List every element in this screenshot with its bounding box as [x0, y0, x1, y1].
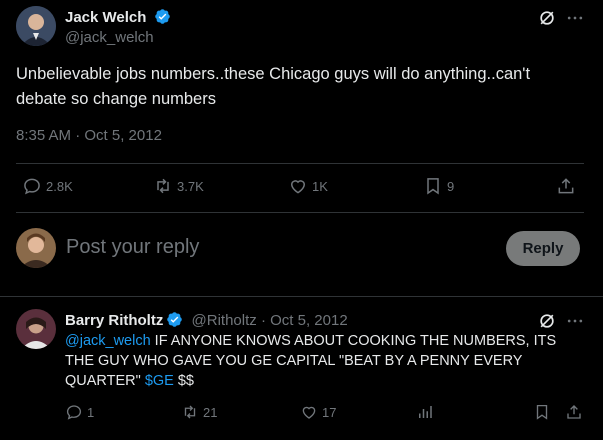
retweet-action[interactable]: 3.7K — [153, 176, 204, 196]
bookmark-icon — [536, 404, 548, 420]
bookmark-icon — [427, 178, 439, 195]
like-count: 1K — [312, 178, 328, 194]
like-action[interactable]: 17 — [300, 403, 336, 421]
retweet-count: 21 — [203, 404, 218, 420]
grok-icon[interactable] — [537, 311, 557, 331]
like-count: 17 — [322, 404, 337, 420]
heart-icon — [290, 180, 306, 194]
heart-icon — [302, 406, 316, 419]
reply-action[interactable]: 2.8K — [22, 176, 73, 196]
tweet-text: Unbelievable jobs numbers..these Chicago… — [16, 65, 531, 108]
reply-author-row: Barry Ritholtz @Ritholtz · Oct 5, 2012 — [65, 311, 348, 329]
reply-action[interactable]: 1 — [65, 403, 94, 421]
more-options-icon[interactable] — [565, 8, 585, 28]
share-icon — [558, 178, 574, 194]
mention-link[interactable]: @jack_welch — [65, 333, 151, 349]
reply-button[interactable]: Reply — [506, 231, 580, 266]
verified-badge-icon — [154, 9, 170, 24]
author-name[interactable]: Jack Welch — [65, 9, 146, 26]
reply-dot-separator: · — [260, 312, 266, 329]
reply-count: 2.8K — [46, 178, 73, 194]
reply-tweet-text: @jack_welch IF ANYONE KNOWS ABOUT COOKIN… — [65, 331, 580, 391]
share-icon — [567, 405, 581, 419]
views-icon — [419, 406, 432, 418]
bookmark-action[interactable]: 9 — [423, 176, 454, 196]
share-action[interactable] — [565, 403, 583, 421]
more-options-icon[interactable] — [565, 311, 585, 331]
bookmark-action[interactable] — [533, 403, 551, 421]
divider — [0, 296, 603, 297]
reply-icon — [66, 405, 82, 420]
like-action[interactable]: 1K — [288, 176, 328, 196]
tweet-timestamp[interactable]: 8:35 AM · Oct 5, 2012 — [16, 127, 162, 144]
bookmark-count: 9 — [447, 178, 455, 194]
reply-author-handle[interactable]: @Ritholtz — [192, 312, 257, 329]
retweet-icon — [184, 405, 196, 419]
cashtag-link[interactable]: $GE — [145, 373, 174, 389]
retweet-action[interactable]: 21 — [181, 403, 217, 421]
reply-count: 1 — [87, 404, 95, 420]
reply-input[interactable]: Post your reply — [66, 236, 199, 259]
author-avatar[interactable] — [16, 6, 56, 46]
reply-author-name[interactable]: Barry Ritholtz — [65, 312, 163, 329]
author-handle[interactable]: @jack_welch — [65, 29, 154, 46]
reply-author-avatar[interactable] — [16, 309, 56, 349]
verified-badge-icon — [167, 312, 183, 327]
divider — [16, 212, 584, 213]
retweet-count: 3.7K — [177, 178, 204, 194]
author-name-row: Jack Welch — [65, 8, 171, 26]
reply-text-tail: $$ — [173, 373, 194, 389]
retweet-icon — [157, 178, 169, 194]
divider — [16, 163, 584, 164]
grok-icon[interactable] — [537, 8, 557, 28]
reply-date[interactable]: Oct 5, 2012 — [270, 312, 348, 329]
current-user-avatar[interactable] — [16, 228, 56, 268]
share-action[interactable] — [556, 176, 576, 196]
reply-icon — [24, 178, 40, 195]
views-action[interactable] — [416, 403, 434, 421]
